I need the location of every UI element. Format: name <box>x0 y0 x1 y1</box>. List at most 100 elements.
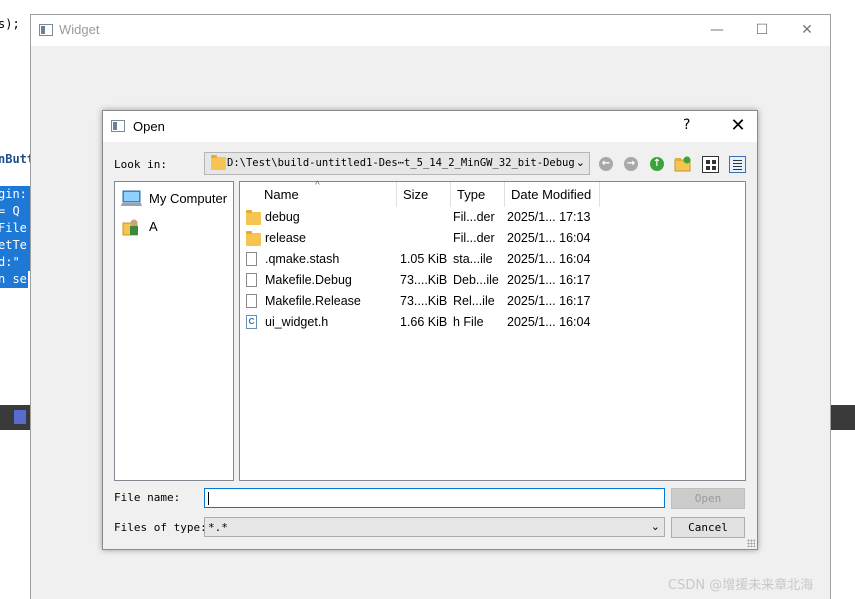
window-title: Widget <box>59 22 100 37</box>
new-folder-button[interactable] <box>673 154 693 174</box>
ide-background: s); nButt gin: = Q File etTe d:" n se <box>0 0 30 599</box>
dialog-titlebar[interactable]: Open ? ✕ <box>103 111 757 142</box>
column-header-type[interactable]: Type <box>451 182 505 207</box>
column-header-label: Name <box>264 187 299 202</box>
ide-icon <box>14 410 26 424</box>
code-line-selected: n se <box>0 271 28 288</box>
folder-icon <box>211 155 226 170</box>
widget-titlebar[interactable]: Widget — ☐ ✕ <box>31 15 830 46</box>
column-header-name[interactable]: Name ^ <box>240 180 397 207</box>
file-date: 2025/1... 17:13 <box>507 210 591 224</box>
code-line-selected: = Q <box>0 203 30 220</box>
file-type: Fil...der <box>453 231 495 245</box>
sidebar-item-label: My Computer <box>149 190 228 206</box>
file-name-input[interactable] <box>204 488 665 508</box>
file-row[interactable]: .qmake.stash 1.05 KiB sta...ile 2025/1..… <box>240 249 600 270</box>
grid-icon <box>701 155 719 173</box>
code-line-selected: etTe <box>0 237 30 254</box>
file-date: 2025/1... 16:17 <box>507 273 591 287</box>
column-header-size[interactable]: Size <box>397 182 451 207</box>
ide-statusbar <box>0 405 30 430</box>
app-icon <box>111 120 125 132</box>
file-icon <box>246 252 260 267</box>
file-size: 1.05 KiB <box>400 252 448 266</box>
file-name: .qmake.stash <box>265 252 340 266</box>
text-caret <box>208 492 209 505</box>
user-folder-icon <box>122 219 138 236</box>
file-name: Makefile.Release <box>265 294 361 308</box>
file-type-combobox[interactable]: *.* ⌄ <box>204 517 665 537</box>
open-file-dialog: Open ? ✕ Look in: D:\Test\build-untitled… <box>102 110 758 550</box>
file-type: sta...ile <box>453 252 493 266</box>
new-folder-icon <box>674 156 691 172</box>
minimize-button[interactable]: — <box>694 15 740 46</box>
close-button[interactable]: ✕ <box>784 15 830 46</box>
column-header-label: Date Modified <box>511 187 592 202</box>
places-sidebar[interactable]: My Computer A <box>114 181 234 481</box>
sidebar-item-user[interactable]: A <box>121 214 158 238</box>
help-button[interactable]: ? <box>683 117 690 133</box>
sidebar-item-label: A <box>149 218 158 234</box>
sort-indicator-icon: ^ <box>315 180 320 191</box>
code-line-selected: File <box>0 220 30 237</box>
forward-button[interactable]: → <box>621 154 641 174</box>
code-line-selected: gin: <box>0 186 30 203</box>
code-line: s); <box>0 17 20 31</box>
back-button[interactable]: ← <box>596 154 616 174</box>
file-name: ui_widget.h <box>265 315 329 329</box>
detail-view-button[interactable] <box>727 154 747 174</box>
file-icon <box>246 273 260 288</box>
app-icon <box>39 24 53 36</box>
arrow-left-icon: ← <box>599 157 613 171</box>
file-name-label: File name: <box>114 491 181 504</box>
list-view-button[interactable] <box>700 154 720 174</box>
arrow-up-icon: ↑ <box>650 157 664 171</box>
file-type: h File <box>453 315 484 329</box>
file-name: Makefile.Debug <box>265 273 352 287</box>
chevron-down-icon: ⌄ <box>650 520 660 533</box>
file-name: debug <box>265 210 300 224</box>
dialog-title: Open <box>133 119 165 134</box>
open-button[interactable]: Open <box>671 488 745 509</box>
file-type-value: *.* <box>208 521 228 534</box>
maximize-button[interactable]: ☐ <box>739 15 785 46</box>
file-row[interactable]: Makefile.Debug 73....KiB Deb...ile 2025/… <box>240 270 600 291</box>
column-header-date[interactable]: Date Modified <box>505 182 600 207</box>
file-size: 73....KiB <box>400 294 448 308</box>
column-header-label: Type <box>457 187 486 202</box>
dialog-close-button[interactable]: ✕ <box>723 113 753 139</box>
c-header-icon: C <box>246 315 260 330</box>
resize-grip[interactable] <box>747 539 755 547</box>
file-size: 73....KiB <box>400 273 448 287</box>
file-type-label: Files of type: <box>114 521 207 534</box>
folder-icon <box>246 210 261 225</box>
file-row[interactable]: debug Fil...der 2025/1... 17:13 <box>240 207 600 228</box>
look-in-path: D:\Test\build-untitled1-Des⋯t_5_14_2_Min… <box>227 157 575 169</box>
chevron-down-icon: ⌄ <box>575 156 585 169</box>
look-in-label: Look in: <box>114 158 167 171</box>
file-icon <box>246 294 260 309</box>
code-line-selected: d:" <box>0 254 30 271</box>
file-row[interactable]: Makefile.Release 73....KiB Rel...ile 202… <box>240 291 600 312</box>
sidebar-item-my-computer[interactable]: My Computer <box>121 186 227 210</box>
file-size: 1.66 KiB <box>400 315 448 329</box>
file-row[interactable]: release Fil...der 2025/1... 16:04 <box>240 228 600 249</box>
file-date: 2025/1... 16:04 <box>507 252 591 266</box>
cancel-button[interactable]: Cancel <box>671 517 745 538</box>
folder-icon <box>246 231 261 246</box>
ide-statusbar-right <box>831 405 855 430</box>
arrow-right-icon: → <box>624 157 638 171</box>
column-header-label: Size <box>403 187 429 202</box>
file-date: 2025/1... 16:17 <box>507 294 591 308</box>
file-row[interactable]: C ui_widget.h 1.66 KiB h File 2025/1... … <box>240 312 600 333</box>
file-date: 2025/1... 16:04 <box>507 315 591 329</box>
file-type: Deb...ile <box>453 273 499 287</box>
look-in-combobox[interactable]: D:\Test\build-untitled1-Des⋯t_5_14_2_Min… <box>204 152 590 175</box>
code-line: nButt <box>0 152 30 166</box>
file-list[interactable]: Name ^ Size Type Date Modified debug Fil… <box>239 180 746 481</box>
file-type: Fil...der <box>453 210 495 224</box>
parent-directory-button[interactable]: ↑ <box>647 154 667 174</box>
computer-icon <box>121 190 142 206</box>
watermark: CSDN @增援未来章北海 <box>668 578 814 593</box>
file-name: release <box>265 231 306 245</box>
